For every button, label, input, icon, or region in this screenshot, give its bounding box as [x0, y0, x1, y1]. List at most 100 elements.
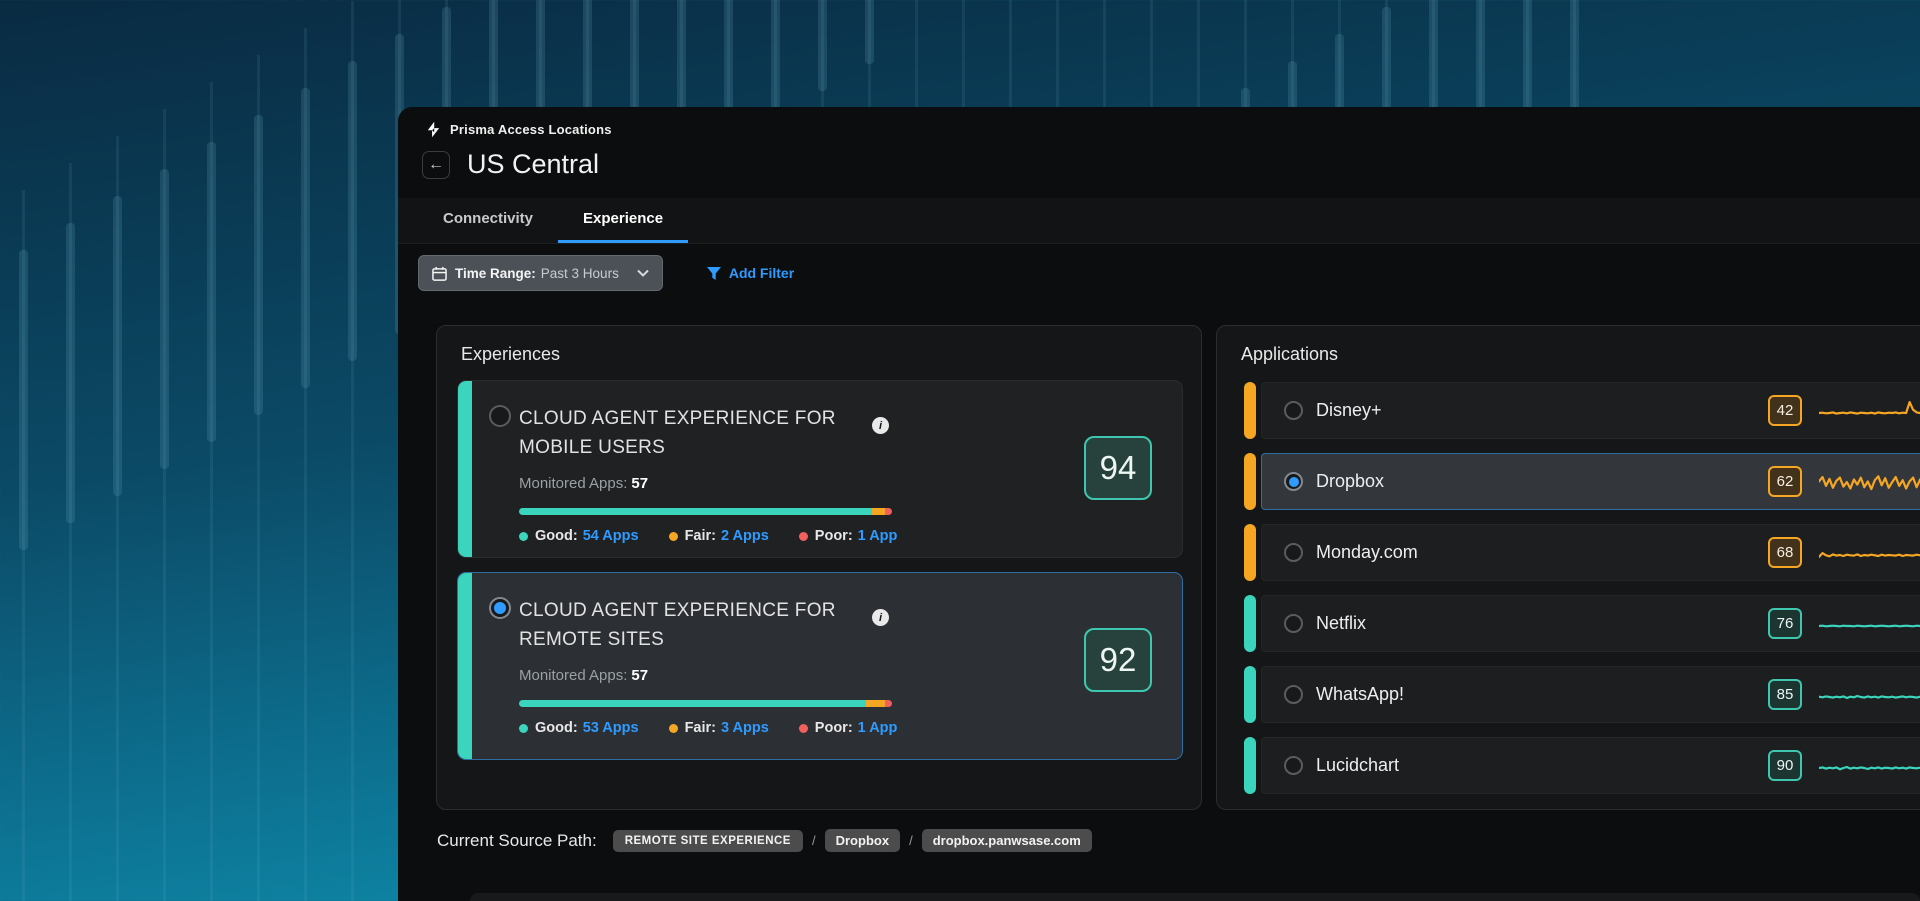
chevron-down-icon: [637, 269, 649, 277]
application-sparkline: [1819, 535, 1920, 571]
poor-apps-link[interactable]: 1 App: [858, 528, 898, 544]
time-range-value: Past 3 Hours: [541, 266, 619, 281]
path-separator: /: [812, 833, 816, 848]
application-name: WhatsApp!: [1316, 684, 1404, 705]
application-name: Lucidchart: [1316, 755, 1399, 776]
info-icon[interactable]: i: [872, 609, 889, 626]
application-row[interactable]: Lucidchart 90: [1244, 737, 1920, 794]
source-path-label: Current Source Path:: [437, 831, 597, 851]
next-section-edge: [470, 893, 1920, 901]
application-name: Disney+: [1316, 400, 1382, 421]
path-separator: /: [909, 833, 913, 848]
card-accent-stripe: [458, 381, 472, 557]
time-range-label: Time Range:: [455, 266, 536, 281]
app-accent-stripe: [1244, 453, 1256, 510]
tab-experience[interactable]: Experience: [558, 198, 688, 243]
apps-distribution-bar: [519, 508, 892, 515]
good-apps-link[interactable]: 53 Apps: [583, 720, 639, 736]
application-card[interactable]: WhatsApp! 85: [1261, 666, 1920, 723]
legend-good: Good:54 Apps: [519, 528, 639, 544]
application-row[interactable]: WhatsApp! 85: [1244, 666, 1920, 723]
application-card[interactable]: Lucidchart 90: [1261, 737, 1920, 794]
good-apps-link[interactable]: 54 Apps: [583, 528, 639, 544]
application-row[interactable]: Disney+ 42: [1244, 382, 1920, 439]
current-source-path: Current Source Path: REMOTE SITE EXPERIE…: [437, 829, 1092, 852]
content-area: Experiences CLOUD AGENT EXPERIENCE FORMO…: [436, 325, 1920, 810]
source-path-chip: Dropbox: [825, 829, 900, 852]
application-score-badge: 68: [1768, 537, 1802, 568]
source-path-chip: dropbox.panwsase.com: [922, 829, 1092, 852]
application-card[interactable]: Disney+ 42: [1261, 382, 1920, 439]
application-radio[interactable]: [1284, 472, 1303, 491]
experience-score: 94: [1084, 436, 1152, 500]
poor-apps-link[interactable]: 1 App: [858, 720, 898, 736]
experience-title: CLOUD AGENT EXPERIENCE FORMOBILE USERS: [519, 404, 859, 462]
app-accent-stripe: [1244, 524, 1256, 581]
application-score-badge: 90: [1768, 750, 1802, 781]
apps-distribution-bar: [519, 700, 892, 707]
application-name: Monday.com: [1316, 542, 1418, 563]
application-card[interactable]: Monday.com 68: [1261, 524, 1920, 581]
fair-dot-icon: [669, 724, 678, 733]
experience-score: 92: [1084, 628, 1152, 692]
application-name: Netflix: [1316, 613, 1366, 634]
application-radio[interactable]: [1284, 614, 1303, 633]
experience-radio[interactable]: [489, 405, 511, 427]
fair-apps-link[interactable]: 3 Apps: [721, 720, 769, 736]
application-card[interactable]: Netflix 76: [1261, 595, 1920, 652]
app-accent-stripe: [1244, 382, 1256, 439]
experiences-panel-title: Experiences: [461, 344, 560, 365]
application-sparkline: [1819, 748, 1920, 784]
back-button[interactable]: ←: [422, 151, 450, 179]
app-title: Prisma Access Locations: [450, 122, 612, 137]
application-sparkline: [1819, 393, 1920, 429]
experience-title: CLOUD AGENT EXPERIENCE FORREMOTE SITES: [519, 596, 859, 654]
fair-dot-icon: [669, 532, 678, 541]
good-segment: [519, 700, 866, 707]
app-accent-stripe: [1244, 666, 1256, 723]
app-window: Prisma Access Locations ← US Central Con…: [398, 107, 1920, 901]
experience-card[interactable]: CLOUD AGENT EXPERIENCE FORREMOTE SITES i…: [457, 572, 1183, 760]
application-sparkline: [1819, 464, 1920, 500]
app-accent-stripe: [1244, 595, 1256, 652]
prisma-logo-icon: [425, 121, 442, 138]
tab-connectivity[interactable]: Connectivity: [418, 198, 558, 243]
time-range-dropdown[interactable]: Time Range: Past 3 Hours: [418, 255, 663, 291]
poor-dot-icon: [799, 532, 808, 541]
application-row[interactable]: Dropbox 62: [1244, 453, 1920, 510]
info-icon[interactable]: i: [872, 417, 889, 434]
application-row[interactable]: Monday.com 68: [1244, 524, 1920, 581]
application-score-badge: 85: [1768, 679, 1802, 710]
legend-fair: Fair:3 Apps: [669, 720, 769, 736]
tab-bar: Connectivity Experience: [398, 198, 1920, 244]
application-row[interactable]: Netflix 76: [1244, 595, 1920, 652]
filter-bar: Time Range: Past 3 Hours Add Filter: [418, 255, 794, 291]
application-radio[interactable]: [1284, 756, 1303, 775]
application-sparkline: [1819, 677, 1920, 713]
poor-segment: [885, 508, 892, 515]
fair-apps-link[interactable]: 2 Apps: [721, 528, 769, 544]
experience-radio[interactable]: [489, 597, 511, 619]
add-filter-label: Add Filter: [729, 265, 794, 281]
good-dot-icon: [519, 724, 528, 733]
source-path-chip: REMOTE SITE EXPERIENCE: [613, 830, 803, 852]
app-accent-stripe: [1244, 737, 1256, 794]
application-sparkline: [1819, 606, 1920, 642]
good-dot-icon: [519, 532, 528, 541]
add-filter-button[interactable]: Add Filter: [707, 265, 794, 281]
applications-panel: Applications Disney+ 42 Dropbox 62 Mond: [1216, 325, 1920, 810]
application-score-badge: 62: [1768, 466, 1802, 497]
application-radio[interactable]: [1284, 401, 1303, 420]
apps-legend: Good:53 Apps Fair:3 Apps Poor:1 App: [519, 720, 1182, 736]
application-radio[interactable]: [1284, 685, 1303, 704]
application-name: Dropbox: [1316, 471, 1384, 492]
experience-card[interactable]: CLOUD AGENT EXPERIENCE FORMOBILE USERS i…: [457, 380, 1183, 558]
applications-panel-title: Applications: [1241, 344, 1338, 365]
fair-segment: [866, 700, 886, 707]
brand: Prisma Access Locations: [425, 121, 612, 138]
poor-dot-icon: [799, 724, 808, 733]
poor-segment: [885, 700, 892, 707]
application-card[interactable]: Dropbox 62: [1261, 453, 1920, 510]
application-radio[interactable]: [1284, 543, 1303, 562]
filter-funnel-icon: [707, 267, 721, 280]
